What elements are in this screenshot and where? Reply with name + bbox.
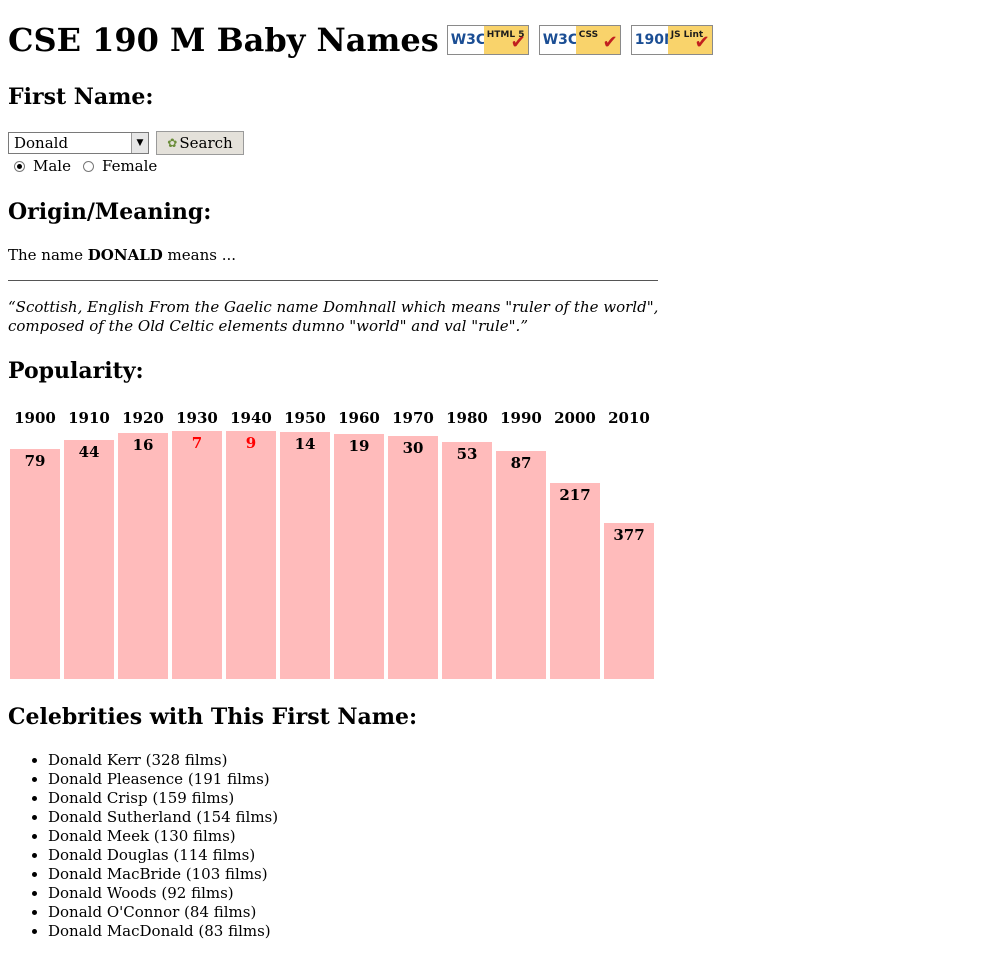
- chevron-down-icon[interactable]: ▼: [131, 133, 148, 153]
- year-label: 2000: [554, 409, 596, 427]
- meaning-intro: The name DONALD means ...: [8, 246, 236, 264]
- year-label: 1990: [500, 409, 542, 427]
- male-radio[interactable]: [14, 160, 25, 172]
- celebrity-item: Donald Crisp (159 films): [48, 789, 278, 808]
- celebrity-item: Donald MacBride (103 films): [48, 865, 278, 884]
- ranking-value: 30: [402, 439, 424, 457]
- css-badge-left: W3C: [542, 32, 579, 48]
- year-label: 1920: [122, 409, 164, 427]
- year-label: 1980: [446, 409, 488, 427]
- ranking-bar: [226, 431, 276, 679]
- year-label: 1970: [392, 409, 434, 427]
- celebrity-item: Donald Douglas (114 films): [48, 846, 278, 865]
- celebrity-item: Donald Kerr (328 films): [48, 751, 278, 770]
- celebrity-item: Donald Sutherland (154 films): [48, 808, 278, 827]
- ranking-value: 53: [456, 445, 478, 463]
- ranking-bar: [280, 432, 330, 679]
- female-radio[interactable]: [82, 160, 94, 172]
- header: CSE 190 M Baby Names W3C HTML 5 ✔ W3C CS…: [8, 20, 713, 60]
- year-label: 2010: [608, 409, 650, 427]
- meaning-quote: “Scottish, English From the Gaelic name …: [8, 298, 659, 335]
- ranking-bar: [604, 523, 654, 679]
- baby-icon: ✿: [167, 136, 178, 150]
- first-name-heading: First Name:: [8, 84, 154, 110]
- celebrity-item: Donald Pleasence (191 films): [48, 770, 278, 789]
- checkmark-icon: ✔: [602, 32, 618, 53]
- celebrity-item: Donald MacDonald (83 films): [48, 922, 278, 941]
- ranking-bar: [550, 483, 600, 679]
- ranking-value: 14: [294, 435, 316, 453]
- year-label: 1930: [176, 409, 218, 427]
- ranking-bar: [334, 434, 384, 679]
- celebrities-heading: Celebrities with This First Name:: [8, 704, 418, 730]
- origin-heading: Origin/Meaning:: [8, 199, 212, 225]
- search-button[interactable]: ✿ Search: [156, 131, 244, 155]
- html5-badge-left: W3C: [450, 32, 487, 48]
- jslint-badge-left: 190M: [634, 32, 678, 48]
- ranking-value: 7: [191, 434, 203, 452]
- year-label: 1960: [338, 409, 380, 427]
- page-title: CSE 190 M Baby Names: [8, 21, 439, 59]
- year-label: 1900: [14, 409, 56, 427]
- name-form: Donald ▼ ✿ Search: [8, 131, 244, 155]
- celebrity-item: Donald Woods (92 films): [48, 884, 278, 903]
- female-label: Female: [101, 157, 158, 175]
- validator-badges: W3C HTML 5 ✔ W3C CSS ✔ 190M JS Lint ✔: [446, 25, 713, 55]
- year-label: 1950: [284, 409, 326, 427]
- ranking-value: 377: [613, 526, 645, 544]
- ranking-value: 79: [24, 452, 46, 470]
- ranking-bar: [10, 449, 60, 679]
- ranking-bar: [118, 433, 168, 679]
- meaning-prefix: The name: [8, 246, 88, 264]
- popularity-heading: Popularity:: [8, 358, 144, 384]
- ranking-bar: [442, 442, 492, 679]
- ranking-value: 217: [559, 486, 591, 504]
- ranking-bar: [496, 451, 546, 679]
- ranking-value: 87: [510, 454, 532, 472]
- css-badge[interactable]: W3C CSS ✔: [538, 25, 621, 55]
- ranking-bar: [64, 440, 114, 679]
- divider: [8, 280, 658, 281]
- jslint-badge[interactable]: 190M JS Lint ✔: [630, 25, 713, 55]
- ranking-value: 16: [132, 436, 154, 454]
- meaning-name: DONALD: [87, 246, 163, 264]
- celebrity-item: Donald Meek (130 films): [48, 827, 278, 846]
- ranking-value: 19: [348, 437, 370, 455]
- ranking-value: 44: [78, 443, 100, 461]
- celebrities-list: Donald Kerr (328 films)Donald Pleasence …: [8, 751, 278, 941]
- ranking-value: 9: [245, 434, 257, 452]
- checkmark-icon: ✔: [510, 32, 526, 53]
- male-label: Male: [33, 157, 71, 175]
- meaning-suffix: means ...: [162, 246, 237, 264]
- search-button-label: Search: [179, 134, 233, 152]
- celebrity-item: Donald O'Connor (84 films): [48, 903, 278, 922]
- gender-radios: Male Female: [14, 157, 169, 175]
- year-label: 1940: [230, 409, 272, 427]
- ranking-bar: [172, 431, 222, 679]
- ranking-bar: [388, 436, 438, 679]
- html5-badge[interactable]: W3C HTML 5 ✔: [446, 25, 529, 55]
- name-select-value: Donald: [14, 134, 69, 152]
- checkmark-icon: ✔: [694, 32, 710, 53]
- year-label: 1910: [68, 409, 110, 427]
- name-select[interactable]: Donald ▼: [8, 132, 149, 154]
